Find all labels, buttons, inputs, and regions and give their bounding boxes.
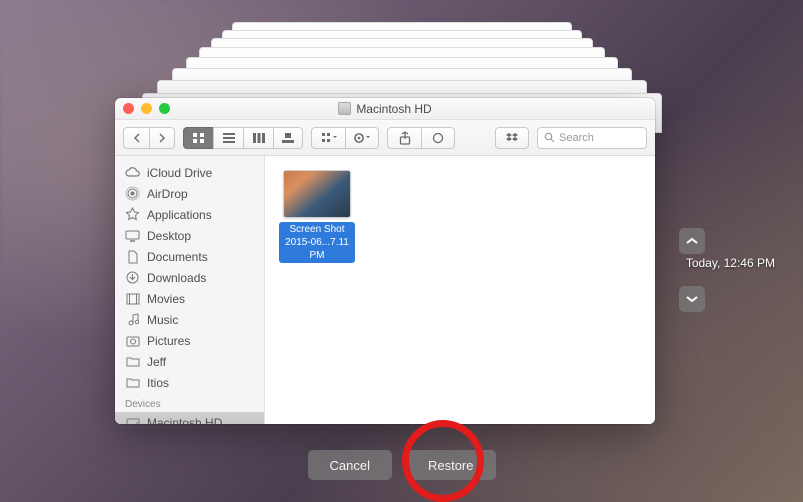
timeline-down-button[interactable] — [679, 286, 705, 312]
sidebar-item-icloud[interactable]: iCloud Drive — [115, 162, 264, 183]
file-thumbnail — [283, 170, 351, 218]
documents-icon — [125, 249, 140, 264]
forward-button[interactable] — [149, 127, 175, 149]
sidebar-item-jeff[interactable]: Jeff — [115, 351, 264, 372]
column-view-button[interactable] — [243, 127, 273, 149]
arrange-button[interactable] — [311, 127, 345, 149]
action-button[interactable] — [345, 127, 379, 149]
sidebar-item-airdrop[interactable]: AirDrop — [115, 183, 264, 204]
sidebar-item-downloads[interactable]: Downloads — [115, 267, 264, 288]
share-button[interactable] — [387, 127, 421, 149]
sidebar-item-macintosh-hd[interactable]: Macintosh HD — [115, 412, 264, 424]
coverflow-view-button[interactable] — [273, 127, 303, 149]
tags-button[interactable] — [421, 127, 455, 149]
nav-buttons — [123, 127, 175, 149]
file-item-screenshot[interactable]: Screen Shot2015-06...7.11 PM — [279, 170, 355, 263]
folder-icon — [125, 354, 140, 369]
list-view-button[interactable] — [213, 127, 243, 149]
search-placeholder: Search — [559, 132, 594, 144]
zoom-window-button[interactable] — [159, 103, 170, 114]
cancel-button[interactable]: Cancel — [308, 450, 392, 480]
sidebar-item-pictures[interactable]: Pictures — [115, 330, 264, 351]
restore-button[interactable]: Restore — [406, 450, 496, 480]
icon-view-button[interactable] — [183, 127, 213, 149]
sidebar-item-movies[interactable]: Movies — [115, 288, 264, 309]
action-bar: Cancel Restore — [0, 450, 803, 480]
timeline-nav — [679, 228, 705, 312]
airdrop-icon — [125, 186, 140, 201]
window-titlebar[interactable]: Macintosh HD — [115, 98, 655, 120]
hdd-icon — [125, 415, 140, 424]
arrange-action-pair — [311, 127, 379, 149]
close-window-button[interactable] — [123, 103, 134, 114]
timeline-up-button[interactable] — [679, 228, 705, 254]
window-title: Macintosh HD — [356, 102, 431, 116]
applications-icon — [125, 207, 140, 222]
back-button[interactable] — [123, 127, 149, 149]
desktop-icon — [125, 228, 140, 243]
downloads-icon — [125, 270, 140, 285]
file-label: Screen Shot2015-06...7.11 PM — [279, 222, 355, 263]
sidebar-item-documents[interactable]: Documents — [115, 246, 264, 267]
file-browser-content[interactable]: Screen Shot2015-06...7.11 PM — [265, 156, 655, 424]
toolbar: Search — [115, 120, 655, 156]
dropbox-button[interactable] — [495, 127, 529, 149]
search-field[interactable]: Search — [537, 127, 647, 149]
folder-icon — [125, 375, 140, 390]
share-tags-pair — [387, 127, 455, 149]
pictures-icon — [125, 333, 140, 348]
timeline-current-label: Today, 12:46 PM — [686, 256, 775, 270]
sidebar-item-music[interactable]: Music — [115, 309, 264, 330]
sidebar: iCloud Drive AirDrop Applications Deskto… — [115, 156, 265, 424]
sidebar-item-itios[interactable]: Itios — [115, 372, 264, 393]
traffic-lights — [123, 103, 170, 114]
finder-window: Macintosh HD Search iCloud Drive — [115, 98, 655, 424]
view-mode-segmented — [183, 127, 303, 149]
minimize-window-button[interactable] — [141, 103, 152, 114]
search-icon — [544, 132, 555, 143]
cloud-icon — [125, 165, 140, 180]
music-icon — [125, 312, 140, 327]
devices-header: Devices — [115, 393, 264, 412]
sidebar-item-applications[interactable]: Applications — [115, 204, 264, 225]
movies-icon — [125, 291, 140, 306]
sidebar-item-desktop[interactable]: Desktop — [115, 225, 264, 246]
hdd-icon — [338, 102, 351, 115]
